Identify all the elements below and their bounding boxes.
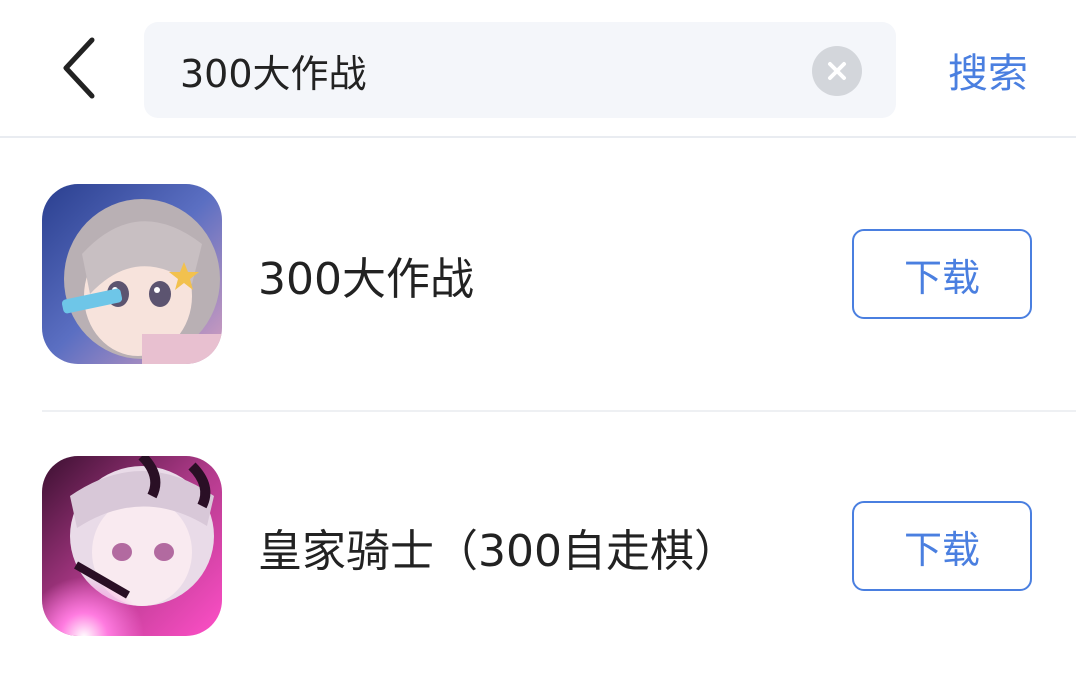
search-box[interactable] [144,22,896,118]
download-button[interactable]: 下载 [852,229,1032,319]
search-button[interactable]: 搜索 [928,22,1048,118]
app-icon[interactable] [42,456,222,636]
app-name: 皇家骑士（300自走棋） [258,526,738,577]
app-icon[interactable] [42,184,222,364]
clear-search-button[interactable] [812,46,862,96]
app-name: 300大作战 [258,254,474,305]
top-bar: 搜索 [0,0,1076,138]
result-item[interactable]: 皇家骑士（300自走棋） 下载 [42,410,1076,680]
close-icon [828,62,846,80]
result-item[interactable]: 300大作战 下载 [0,140,1076,410]
chevron-left-icon [63,37,95,99]
back-button[interactable] [44,32,116,104]
search-input[interactable] [180,22,800,118]
search-results-list: 300大作战 下载 皇家骑士（300自走棋） 下载 [0,140,1076,680]
download-button[interactable]: 下载 [852,501,1032,591]
